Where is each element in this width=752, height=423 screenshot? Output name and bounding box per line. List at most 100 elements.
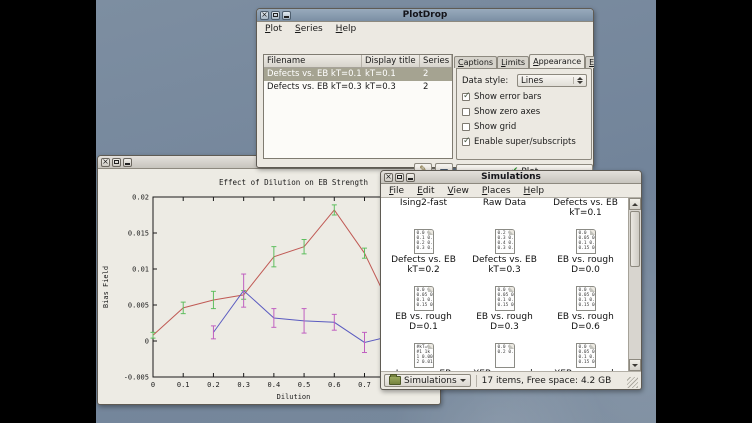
simulations-titlebar[interactable]: Simulations (381, 171, 641, 184)
scrollbar-thumb[interactable] (630, 211, 640, 267)
menu-item-places[interactable]: Places (482, 186, 511, 196)
menu-item-edit[interactable]: Edit (417, 186, 434, 196)
data-style-label: Data style: (462, 76, 508, 86)
combo-arrows-icon (573, 77, 583, 84)
file-item-defects-vs-eb-kt-0-3[interactable]: 0.2 0.0.3 0.0.4 0.0.3 0.Defects vs. EBkT… (464, 229, 545, 282)
file-label: EB vs. rough (557, 312, 614, 322)
file-preview-line: 2 0.01 (417, 360, 433, 365)
file-item-raw-data[interactable]: 0.2 0.0.3 0.0.4 0.0.3 0.Raw Data (464, 198, 545, 225)
menu-item-file[interactable]: File (389, 186, 404, 196)
text-file-icon: 0.0 0.0.05 00.1 0.0.15 0 (495, 286, 515, 311)
tab-captions[interactable]: Captions (454, 56, 497, 68)
maximize-icon[interactable] (395, 173, 404, 182)
file-preview-line: 0.15 0 (579, 246, 595, 251)
file-label: EB vs. rough (476, 312, 533, 322)
icons-grid: 0.0 0.0.1 0.0.2 0.0.3 0.Ising2-fast0.2 0… (381, 198, 628, 371)
menu-item-series[interactable]: Series (295, 24, 323, 34)
screen: 00.10.20.30.40.50.60.70.80.9-0.00500.005… (0, 0, 752, 423)
plotdrop-body: FilenameDisplay titleSeries Defects vs. … (257, 35, 593, 167)
checkbox-show-error-bars[interactable]: Show error bars (457, 87, 591, 102)
column-header-filename[interactable]: Filename (264, 55, 362, 67)
menu-item-view[interactable]: View (448, 186, 469, 196)
file-label: Defects vs. EB (391, 255, 456, 265)
file-item-defects-vs-eb-kt-0-2[interactable]: 0.0 0.0.1 0.0.2 0.0.3 0.Defects vs. EBkT… (383, 229, 464, 282)
file-label: EB vs. rough (395, 312, 452, 322)
text-file-icon: 0.0 1.0.05 00.1 0.0.15 0 (576, 229, 596, 254)
icons-area: 0.0 0.0.1 0.0.2 0.0.3 0.Ising2-fast0.2 0… (381, 198, 628, 371)
svg-text:0.7: 0.7 (358, 381, 371, 389)
close-icon[interactable] (260, 11, 269, 20)
file-label: D=0.3 (490, 322, 519, 332)
file-item-layer-vs-eb[interactable]: #kT=0.#1 1k1 0.002 0.01Layer vs. EB (383, 343, 464, 371)
separator (476, 375, 477, 387)
file-item-xeb-vs-rough[interactable]: 0.0 0.0.2 0.XEB vs. rough (464, 343, 545, 371)
checkbox-box[interactable] (462, 93, 470, 101)
svg-text:0.02: 0.02 (132, 194, 149, 202)
maximize-icon[interactable] (112, 158, 121, 167)
appearance-panel: Data style: Lines Show error barsShow ze… (456, 68, 592, 160)
minimize-icon[interactable] (406, 173, 415, 182)
plotdrop-menubar: Plot Series Help (257, 22, 593, 35)
checkbox-label: Show error bars (474, 92, 541, 102)
file-label: D=0.1 (409, 322, 438, 332)
scroll-down-icon[interactable] (629, 359, 641, 371)
checkbox-enable-super-subscripts[interactable]: Enable super/subscripts (457, 132, 591, 147)
minimize-icon[interactable] (123, 158, 132, 167)
file-preview-line: 0.3 0. (417, 246, 433, 251)
file-item-ising2-fast[interactable]: 0.0 0.0.1 0.0.2 0.0.3 0.Ising2-fast (383, 198, 464, 225)
menu-item-plot[interactable]: Plot (265, 24, 282, 34)
column-header-display-title[interactable]: Display title (362, 55, 420, 67)
file-preview-line: 0.15 0 (579, 360, 595, 365)
data-style-combobox[interactable]: Lines (517, 74, 587, 87)
tab-extra[interactable]: Extra (585, 56, 594, 68)
file-item-eb-vs-rough-d-0-6[interactable]: 0.0 0.0.05 00.1 0.0.15 0EB vs. roughD=0.… (545, 286, 626, 339)
close-icon[interactable] (384, 173, 393, 182)
close-icon[interactable] (101, 158, 110, 167)
scrollbar-track (629, 268, 641, 359)
table-row[interactable]: Defects vs. EB kT=0.1kT=0.12 (264, 68, 452, 81)
folder-icon (389, 376, 401, 385)
checkbox-box[interactable] (462, 108, 470, 116)
file-item-eb-vs-rough-d-0-0[interactable]: 0.0 1.0.05 00.1 0.0.15 0EB vs. roughD=0.… (545, 229, 626, 282)
data-style-value: Lines (521, 76, 543, 86)
checkbox-label: Show grid (474, 122, 516, 132)
column-header-series[interactable]: Series (420, 55, 452, 67)
resize-grip[interactable] (627, 377, 638, 388)
menu-item-help[interactable]: Help (524, 186, 545, 196)
checkbox-box[interactable] (462, 138, 470, 146)
table-row[interactable]: Defects vs. EB kT=0.3kT=0.32 (264, 81, 452, 94)
file-item-eb-vs-rough-d-0-3[interactable]: 0.0 0.0.05 00.1 0.0.15 0EB vs. roughD=0.… (464, 286, 545, 339)
file-preview-line: 0.15 0 (579, 303, 595, 308)
file-label: Defects vs. EB (553, 198, 618, 208)
svg-text:Bias Field: Bias Field (102, 266, 110, 308)
file-label: D=0.0 (571, 265, 600, 275)
simulations-menubar: File Edit View Places Help (381, 184, 641, 197)
file-preview-line: 0.15 0 (417, 303, 433, 308)
tab-limits[interactable]: Limits (497, 56, 529, 68)
text-file-icon: 0.0 0.0.05 00.1 0.0.15 0 (576, 286, 596, 311)
svg-text:-0.005: -0.005 (124, 374, 149, 382)
location-button[interactable]: Simulations (384, 374, 471, 387)
svg-text:0.005: 0.005 (128, 302, 149, 310)
location-label: Simulations (404, 376, 457, 386)
svg-text:Effect of Dilution on EB Stren: Effect of Dilution on EB Strength (219, 178, 368, 187)
titlebar-buttons (381, 173, 415, 182)
vertical-scrollbar[interactable] (628, 198, 641, 371)
checkbox-show-zero-axes[interactable]: Show zero axes (457, 102, 591, 117)
svg-text:0.3: 0.3 (237, 381, 250, 389)
svg-text:0: 0 (151, 381, 155, 389)
svg-text:0.6: 0.6 (328, 381, 341, 389)
simulations-window: Simulations File Edit View Places Help 0.0 0… (380, 170, 642, 390)
scroll-up-icon[interactable] (629, 198, 641, 210)
menu-item-help[interactable]: Help (336, 24, 357, 34)
plotdrop-titlebar[interactable]: PlotDrop (257, 9, 593, 22)
tab-appearance[interactable]: Appearance (529, 54, 585, 68)
file-item-xeb-vs-rough[interactable]: 0.0 0.0.05 00.1 0.0.15 0XEB vs. rough (545, 343, 626, 371)
file-label: XEB vs. rough (554, 369, 617, 371)
file-item-eb-vs-rough-d-0-1[interactable]: 0.0 0.0.05 00.1 0.0.15 0EB vs. roughD=0.… (383, 286, 464, 339)
file-item-defects-vs-eb-kt-0-1[interactable]: 0.0 1.0.05 00.1 0.0.15 0Defects vs. EBkT… (545, 198, 626, 225)
checkbox-show-grid[interactable]: Show grid (457, 117, 591, 132)
minimize-icon[interactable] (282, 11, 291, 20)
maximize-icon[interactable] (271, 11, 280, 20)
checkbox-box[interactable] (462, 123, 470, 131)
